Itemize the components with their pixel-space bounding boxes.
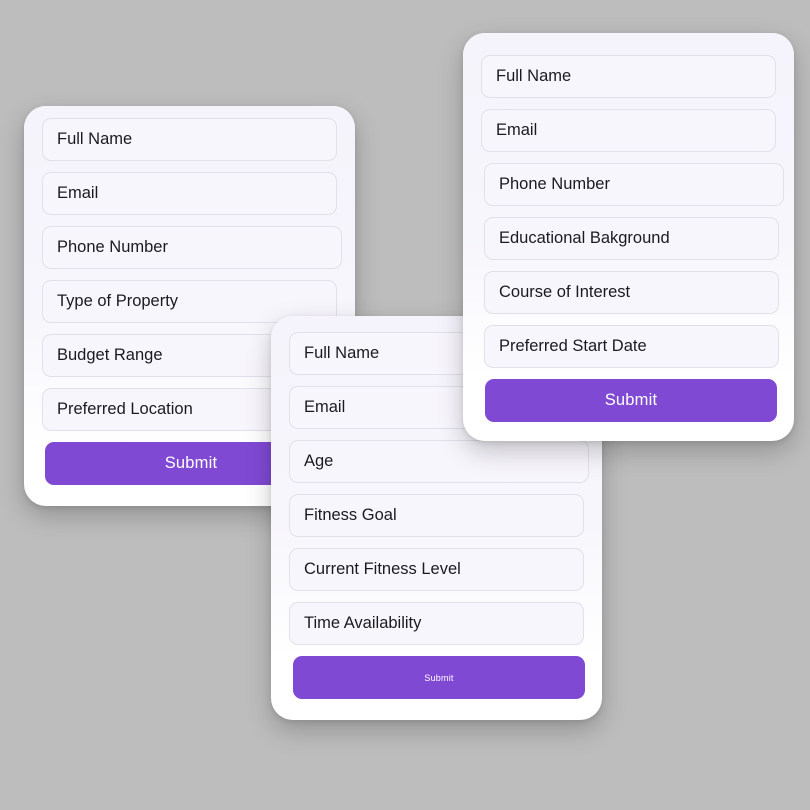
- input-label: Preferred Location: [57, 400, 193, 419]
- form-card-course-enrollment: Full Name Email Phone Number Educational…: [463, 33, 794, 441]
- input-label: Email: [57, 184, 99, 203]
- input-label: Type of Property: [57, 292, 179, 311]
- input-preferred-start-date[interactable]: Preferred Start Date: [484, 325, 779, 368]
- submit-button[interactable]: Submit: [485, 379, 777, 422]
- input-label: Phone Number: [499, 175, 610, 194]
- input-full-name[interactable]: Full Name: [481, 55, 776, 98]
- input-label: Preferred Start Date: [499, 337, 647, 356]
- card-stage: Full Name Email Phone Number Type of Pro…: [0, 0, 810, 810]
- input-label: Email: [304, 398, 346, 417]
- input-age[interactable]: Age: [289, 440, 589, 483]
- input-email[interactable]: Email: [42, 172, 337, 215]
- input-email[interactable]: Email: [481, 109, 776, 152]
- input-label: Budget Range: [57, 346, 163, 365]
- input-label: Course of Interest: [499, 283, 631, 302]
- input-label: Full Name: [57, 130, 133, 149]
- input-time-availability[interactable]: Time Availability: [289, 602, 584, 645]
- input-label: Age: [304, 452, 334, 471]
- input-label: Fitness Goal: [304, 506, 397, 525]
- input-current-fitness-level[interactable]: Current Fitness Level: [289, 548, 584, 591]
- input-phone-number[interactable]: Phone Number: [484, 163, 784, 206]
- input-label: Email: [496, 121, 538, 140]
- input-label: Current Fitness Level: [304, 560, 461, 579]
- input-label: Time Availability: [304, 614, 422, 633]
- input-educational-background[interactable]: Educational Bakground: [484, 217, 779, 260]
- input-label: Educational Bakground: [499, 229, 670, 248]
- input-label: Full Name: [304, 344, 380, 363]
- input-phone-number[interactable]: Phone Number: [42, 226, 342, 269]
- input-full-name[interactable]: Full Name: [42, 118, 337, 161]
- input-label: Phone Number: [57, 238, 168, 257]
- input-label: Full Name: [496, 67, 572, 86]
- submit-button[interactable]: Submit: [293, 656, 585, 699]
- input-fitness-goal[interactable]: Fitness Goal: [289, 494, 584, 537]
- input-course-of-interest[interactable]: Course of Interest: [484, 271, 779, 314]
